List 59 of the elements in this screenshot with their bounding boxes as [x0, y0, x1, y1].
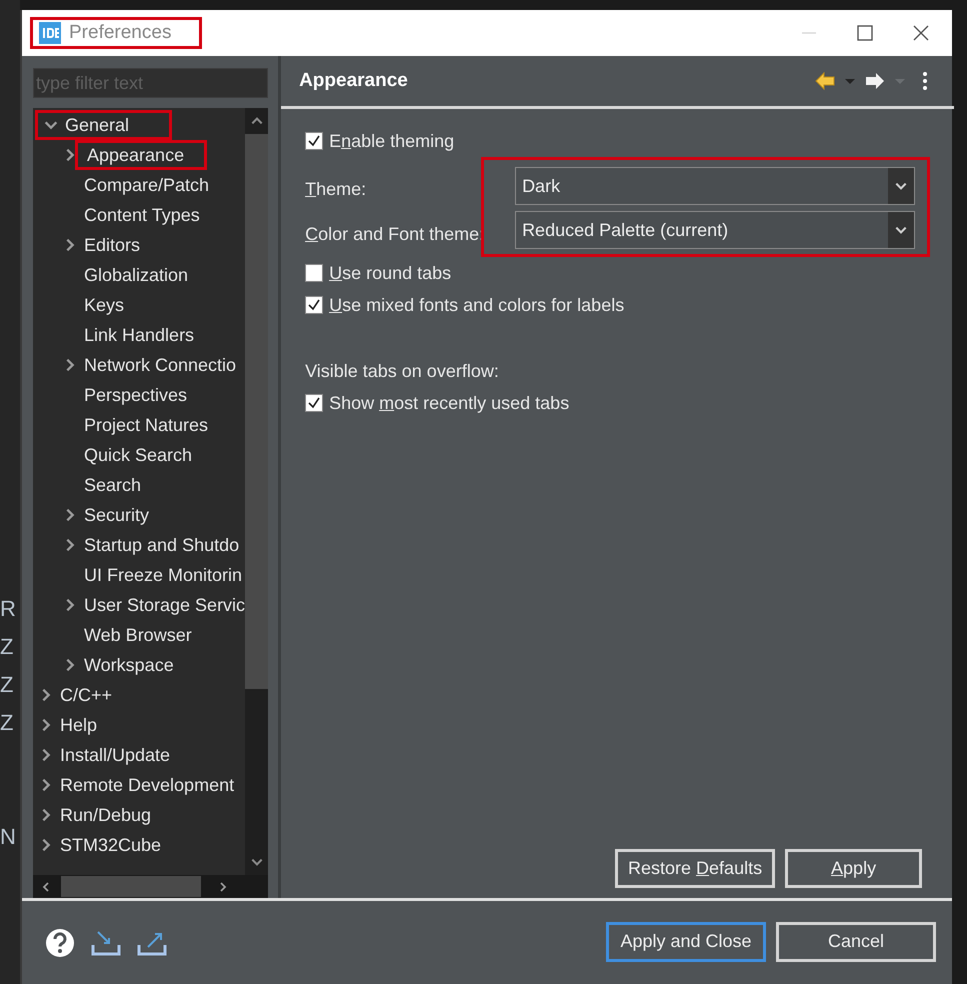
background-text: Z: [0, 671, 14, 699]
scroll-thumb[interactable]: [245, 134, 268, 689]
window-title: Preferences: [69, 22, 172, 44]
tree-item[interactable]: Help: [60, 714, 98, 736]
checkbox[interactable]: [305, 264, 324, 282]
scroll-thumb[interactable]: [61, 876, 201, 897]
tree-item[interactable]: Startup and Shutdo: [84, 534, 240, 556]
checkbox[interactable]: [305, 394, 324, 412]
dropdown[interactable]: Dark: [515, 167, 916, 205]
tree-item[interactable]: Keys: [84, 294, 124, 316]
tree-item[interactable]: UI Freeze Monitorin: [84, 564, 242, 586]
tree-item[interactable]: Web Browser: [84, 624, 192, 646]
page-title: Appearance: [299, 70, 408, 92]
checkbox-label[interactable]: Use round tabs: [329, 262, 452, 284]
tree-item[interactable]: User Storage Servic: [84, 594, 246, 616]
background-text: N: [0, 823, 17, 851]
tree-item[interactable]: Appearance: [87, 144, 184, 166]
restore-defaults-button[interactable]: Restore Defaults: [615, 849, 776, 888]
field-label: Color and Font theme:: [305, 224, 484, 245]
tree-item[interactable]: Quick Search: [84, 444, 192, 466]
app-icon: [39, 22, 61, 44]
field-label: Theme:: [305, 179, 366, 200]
background-text: R: [0, 595, 17, 623]
scrollbar[interactable]: [245, 108, 268, 875]
tree-item[interactable]: Search: [84, 474, 142, 496]
tree-item[interactable]: Workspace: [84, 654, 174, 676]
tree-item[interactable]: Remote Development: [60, 774, 234, 796]
checkbox[interactable]: [305, 296, 324, 314]
tree-item[interactable]: Install/Update: [60, 744, 170, 766]
tree-item[interactable]: Compare/Patch: [84, 174, 210, 196]
tree-item[interactable]: Security: [84, 504, 150, 526]
tree-item[interactable]: General: [65, 114, 130, 136]
close-icon[interactable]: [912, 24, 930, 42]
forward-arrow-icon[interactable]: [864, 70, 886, 92]
maximize-icon[interactable]: [856, 24, 874, 42]
background-text: Z: [0, 633, 14, 661]
tree-item[interactable]: STM32Cube: [60, 834, 162, 856]
tree-item[interactable]: Content Types: [84, 204, 200, 226]
checkbox[interactable]: [305, 132, 324, 150]
tree-item[interactable]: Run/Debug: [60, 804, 152, 826]
background-text: Z: [0, 709, 14, 737]
checkbox-label[interactable]: Use mixed fonts and colors for labels: [329, 294, 624, 316]
tree-item[interactable]: Editors: [84, 234, 140, 256]
help-icon[interactable]: [44, 926, 76, 958]
tree-item[interactable]: Globalization: [84, 264, 188, 286]
section-label: Visible tabs on overflow:: [305, 360, 499, 382]
tree-item[interactable]: Network Connectio: [84, 354, 236, 376]
apply-button[interactable]: Apply: [785, 849, 922, 888]
tree-item[interactable]: C/C++: [60, 684, 112, 706]
scrollbar[interactable]: [33, 875, 268, 898]
tree-item[interactable]: Project Natures: [84, 414, 208, 436]
cancel-button[interactable]: Cancel: [776, 922, 936, 962]
dropdown[interactable]: Reduced Palette (current): [515, 211, 916, 249]
apply-and-close-button[interactable]: Apply and Close: [606, 922, 766, 962]
tree-item[interactable]: Link Handlers: [84, 324, 194, 346]
tree-item[interactable]: Perspectives: [84, 384, 188, 406]
back-arrow-icon[interactable]: [814, 70, 836, 92]
checkbox-label[interactable]: Enable theming: [329, 130, 454, 152]
checkbox-label[interactable]: Show most recently used tabs: [329, 392, 570, 414]
